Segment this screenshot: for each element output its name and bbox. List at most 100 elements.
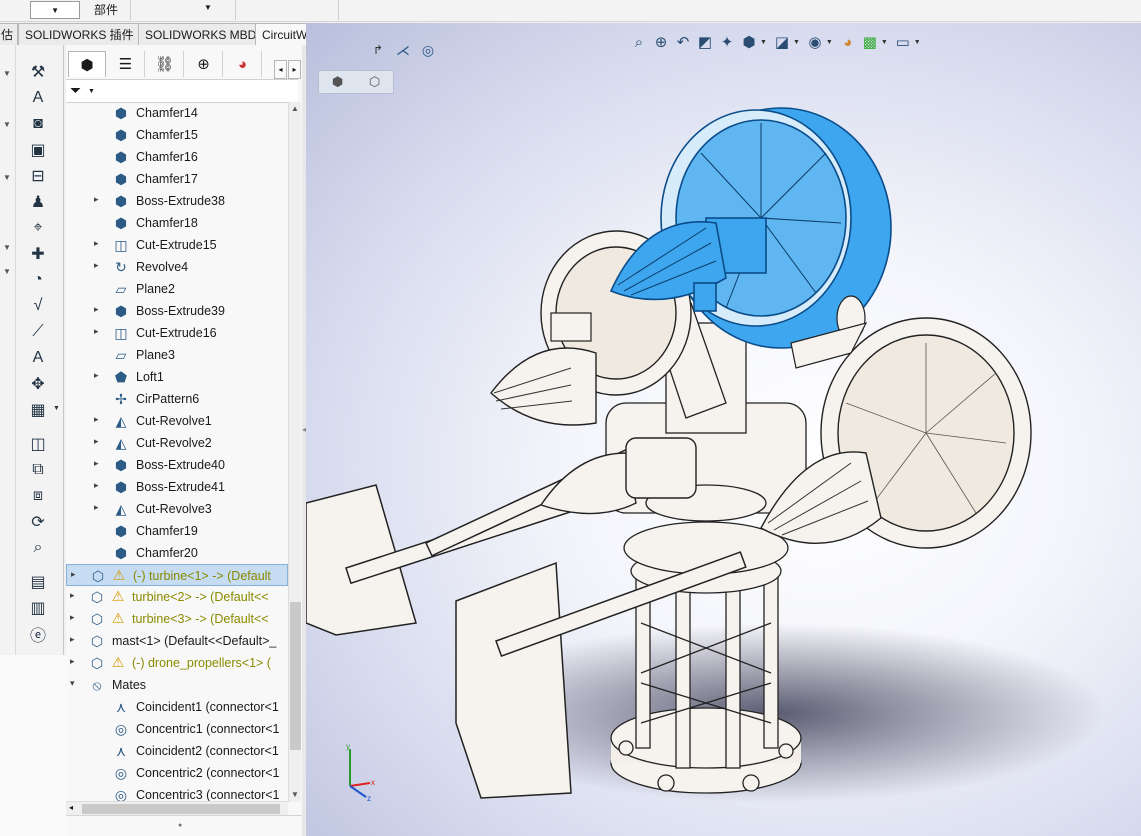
tree-item[interactable]: ▸ ⬢ Boss-Extrude39 [66, 300, 288, 322]
tree-item[interactable]: ⬢ Chamfer16 [66, 146, 288, 168]
tree-item[interactable]: ▸ ⬡ mast<1> (Default<<Default>_ [66, 630, 288, 652]
expand-arrow-icon[interactable]: ▸ [94, 304, 99, 315]
camera-box-icon[interactable]: ▣ [26, 139, 50, 161]
tree-item[interactable]: ▸ ⬢ Boss-Extrude38 [66, 190, 288, 212]
expand-arrow-icon[interactable]: ▸ [94, 502, 99, 513]
dimxpert-tab[interactable]: ⊕ [185, 51, 223, 77]
graphics-viewport[interactable]: ↱ ⋌ ◎ ⬢ ⬡ ⌕ ⊕ ↶ ◩ ✦ ⬢ ▼ ◪ ▼ ◉ ▼ ◕ ▩ ▼ ▭ ▼ [306, 23, 1141, 836]
filter-bar[interactable]: ⏷ ▼ [66, 79, 298, 103]
assembly-model[interactable] [306, 23, 1141, 836]
tab-scroll-right-icon[interactable]: ▸ [288, 60, 301, 79]
chevron-down-icon[interactable]: ▼ [88, 88, 95, 95]
property-tab[interactable]: ☰ [107, 51, 145, 77]
config-combo[interactable]: ▼ [30, 1, 80, 19]
layout-icon[interactable]: ⧈ [26, 485, 50, 507]
expand-arrow-icon[interactable]: ▸ [94, 480, 99, 491]
sketch-icon[interactable]: ⟋ [26, 321, 50, 343]
horizontal-scrollbar[interactable]: ◂ [66, 801, 288, 815]
feature-tree-tab[interactable]: ⬢ [68, 51, 106, 77]
vertical-scrollbar[interactable]: ▲ ▼ [288, 102, 301, 802]
annotation-icon[interactable]: A [26, 87, 50, 109]
expand-arrow-icon[interactable]: ▸ [94, 458, 99, 469]
tree-item[interactable]: ▸ ⬢ Boss-Extrude41 [66, 476, 288, 498]
tab-solidworks-mbd[interactable]: SOLIDWORKS MBD [138, 23, 264, 45]
measure-icon[interactable]: ⚒ [26, 61, 50, 83]
tree-item[interactable]: ▸ ◭ Cut-Revolve1 [66, 410, 288, 432]
scroll-left-icon[interactable]: ◂ [69, 803, 73, 812]
tree-item[interactable]: ⬢ Chamfer14 [66, 102, 288, 124]
tree-item[interactable]: ▸ ⬡ ⚠ (-) drone_propellers<1> ( [66, 652, 288, 674]
tree-item[interactable]: ◎ Concentric3 (connector<1 [66, 784, 288, 803]
3d-pdf-icon[interactable]: ▥ [26, 597, 50, 619]
tab-solidworks-addins[interactable]: SOLIDWORKS 插件 [18, 23, 141, 45]
expand-arrow-icon[interactable]: ▸ [94, 370, 99, 381]
tree-item[interactable]: ▸ ◫ Cut-Extrude16 [66, 322, 288, 344]
edrawings-icon[interactable]: ⓔ [26, 623, 50, 645]
tree-item[interactable]: ▸ ⬡ ⚠ turbine<2> -> (Default<< [66, 586, 288, 608]
filter-icon[interactable]: ⏷ [70, 82, 81, 99]
tree-item[interactable]: ▸ ↻ Revolve4 [66, 256, 288, 278]
scroll-thumb[interactable] [82, 804, 280, 814]
config-tab[interactable]: ⛓ [146, 51, 184, 77]
tree-item[interactable]: ▸ ⬡ ⚠ turbine<3> -> (Default<< [66, 608, 288, 630]
move-icon[interactable]: ✥ [26, 373, 50, 395]
chevron-down-icon[interactable]: ▼ [3, 267, 11, 276]
3d-view-icon[interactable]: ◫ [26, 433, 50, 455]
chain-icon[interactable]: ⌖ [26, 217, 50, 239]
table-icon[interactable]: ▦ [26, 399, 50, 421]
tree-item[interactable]: ▸ ⬡ ⚠ (-) turbine<1> -> (Default [66, 564, 288, 586]
expand-arrow-icon[interactable]: ▸ [70, 656, 75, 667]
rotate-icon[interactable]: ⟳ [26, 511, 50, 533]
tree-item[interactable]: ▸ ◭ Cut-Revolve3 [66, 498, 288, 520]
tree-item[interactable]: ⬢ Chamfer15 [66, 124, 288, 146]
tree-item[interactable]: ⬢ Chamfer19 [66, 520, 288, 542]
chevron-down-icon[interactable]: ▼ [3, 69, 11, 78]
collapse-arrow-icon[interactable]: ▾ [70, 678, 75, 689]
scroll-thumb[interactable] [290, 602, 301, 750]
expand-arrow-icon[interactable]: ▸ [70, 590, 75, 601]
tree-item[interactable]: ▱ Plane3 [66, 344, 288, 366]
display-tab[interactable]: ◕ [224, 51, 262, 77]
pdf-icon[interactable]: ▤ [26, 571, 50, 593]
assembly-icon[interactable]: ♟ [26, 191, 50, 213]
camera-xxx-icon[interactable]: ◙ [26, 113, 50, 135]
tree-item[interactable]: ◎ Concentric2 (connector<1 [66, 762, 288, 784]
chevron-down-icon[interactable]: ▼ [204, 3, 212, 12]
tree-item[interactable]: ▸ ⬢ Boss-Extrude40 [66, 454, 288, 476]
tree-item[interactable]: ◎ Concentric1 (connector<1 [66, 718, 288, 740]
check-icon[interactable]: √ [26, 295, 50, 317]
zoom-icon[interactable]: ⌕ [26, 537, 50, 559]
tree-item[interactable]: ⋏ Coincident2 (connector<1 [66, 740, 288, 762]
grip-icon[interactable]: ● [178, 822, 182, 829]
tree-item[interactable]: ▾ ⦸ Mates [66, 674, 288, 696]
tree-item[interactable]: ✢ CirPattern6 [66, 388, 288, 410]
scroll-down-icon[interactable]: ▼ [291, 790, 299, 799]
tree-item[interactable]: ▸ ⬟ Loft1 [66, 366, 288, 388]
text-a-icon[interactable]: A [26, 347, 50, 369]
expand-arrow-icon[interactable]: ▸ [70, 612, 75, 623]
tree-item[interactable]: ⋏ Coincident1 (connector<1 [66, 696, 288, 718]
chevron-down-icon[interactable]: ▼ [53, 405, 60, 412]
expand-arrow-icon[interactable]: ▸ [71, 569, 76, 580]
expand-arrow-icon[interactable]: ▸ [94, 414, 99, 425]
expand-arrow-icon[interactable]: ▸ [94, 436, 99, 447]
tree-item[interactable]: ▸ ◫ Cut-Extrude15 [66, 234, 288, 256]
tab-estimate[interactable]: 估 [0, 23, 18, 45]
expand-arrow-icon[interactable]: ▸ [94, 326, 99, 337]
chevron-down-icon[interactable]: ▼ [3, 173, 11, 182]
dimension-icon[interactable]: ⊟ [26, 165, 50, 187]
tab-scroll-left-icon[interactable]: ◂ [274, 60, 287, 79]
tree-item[interactable]: ⬢ Chamfer17 [66, 168, 288, 190]
model-break-icon[interactable]: ⧉ [26, 459, 50, 481]
tree-item[interactable]: ▱ Plane2 [66, 278, 288, 300]
gauge-a1-icon[interactable]: ◔ [26, 269, 50, 291]
plus-icon[interactable]: ✚ [26, 243, 50, 265]
scroll-up-icon[interactable]: ▲ [291, 104, 299, 113]
tree-item[interactable]: ⬢ Chamfer18 [66, 212, 288, 234]
expand-arrow-icon[interactable]: ▸ [94, 194, 99, 205]
tree-item[interactable]: ▸ ◭ Cut-Revolve2 [66, 432, 288, 454]
chevron-down-icon[interactable]: ▼ [3, 120, 11, 129]
expand-arrow-icon[interactable]: ▸ [70, 634, 75, 645]
expand-arrow-icon[interactable]: ▸ [94, 260, 99, 271]
expand-arrow-icon[interactable]: ▸ [94, 238, 99, 249]
